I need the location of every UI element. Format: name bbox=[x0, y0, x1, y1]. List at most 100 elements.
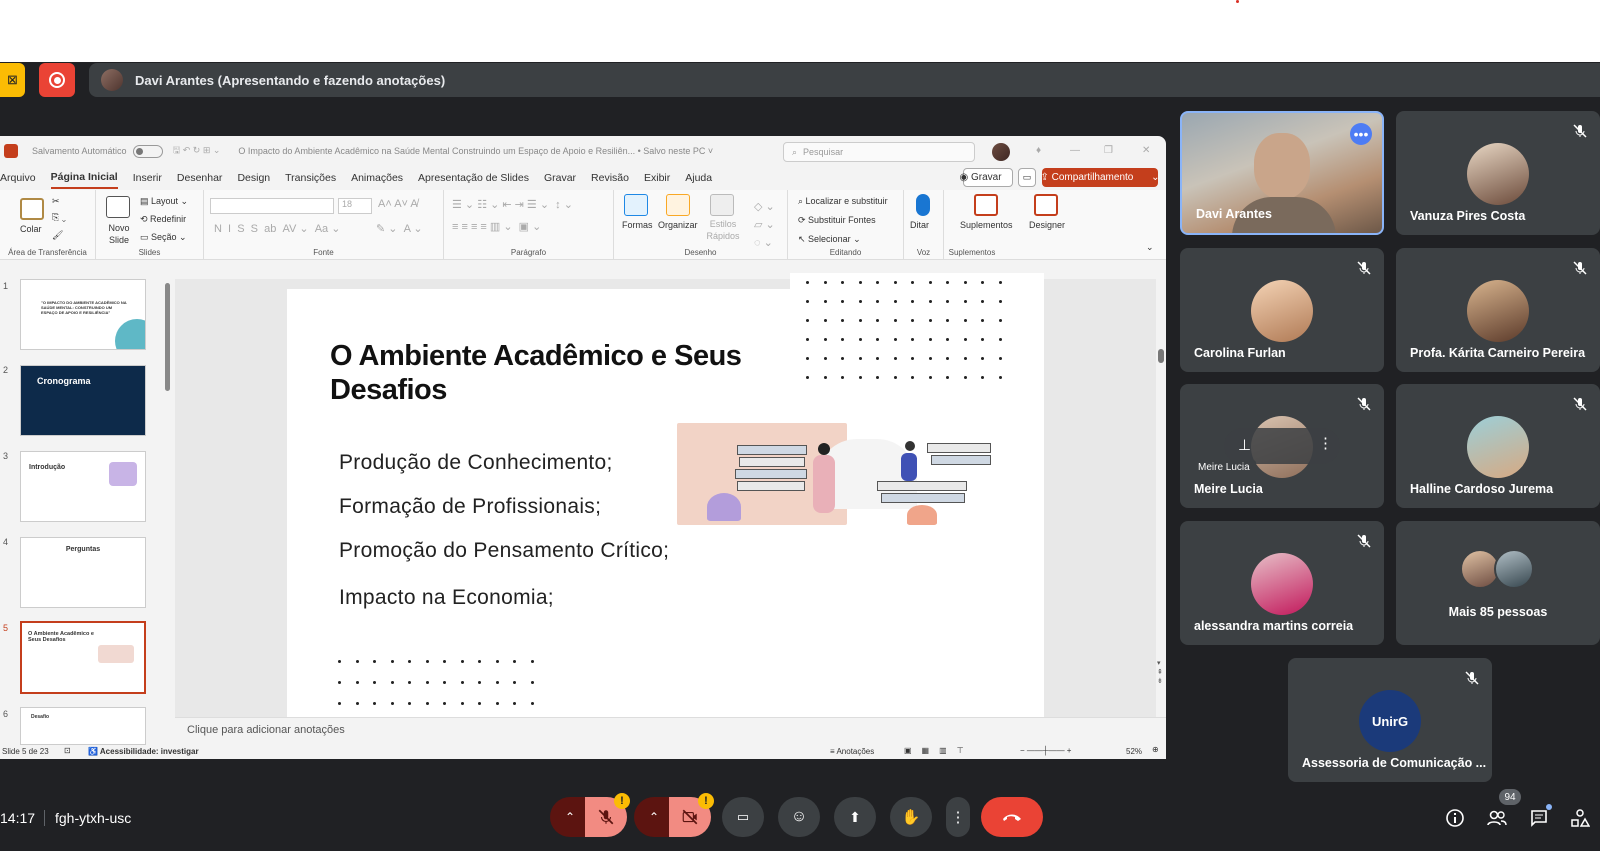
addins-label[interactable]: Suplementos bbox=[960, 220, 1013, 230]
maximize-icon[interactable]: ❐ bbox=[1104, 145, 1113, 156]
slide-bullet-4[interactable]: Impacto na Economia; bbox=[339, 586, 554, 610]
tab-design[interactable]: Design bbox=[237, 168, 270, 188]
meeting-info-icon[interactable] bbox=[1445, 808, 1467, 830]
scroll-arrows-icon[interactable]: ▾ ⇞ ⇟ bbox=[1157, 659, 1163, 686]
slide-thumbnail-6[interactable]: Desafio bbox=[20, 707, 146, 745]
new-slide-icon[interactable] bbox=[106, 196, 130, 218]
tab-apresentacao[interactable]: Apresentação de Slides bbox=[418, 168, 529, 188]
more-options-icon[interactable]: ⋮ bbox=[1318, 434, 1333, 452]
save-icon[interactable]: 🖫 ↶ ↻ ⊞ ⌄ bbox=[173, 143, 221, 159]
slide-vertical-scrollbar[interactable]: ▾ ⇞ ⇟ bbox=[1156, 279, 1166, 717]
present-screen-button[interactable]: ⬆ bbox=[834, 797, 876, 837]
tab-gravar[interactable]: Gravar bbox=[544, 168, 576, 188]
layout-button[interactable]: ▤ Layout ⌄ bbox=[140, 196, 188, 207]
slide-bullet-1[interactable]: Produção de Conhecimento; bbox=[339, 451, 613, 475]
participant-tile-assessoria[interactable]: UnirG Assessoria de Comunicação ... bbox=[1288, 658, 1492, 782]
autosave-toggle[interactable] bbox=[132, 144, 163, 158]
participant-tile-karita[interactable]: Profa. Kárita Carneiro Pereira bbox=[1396, 248, 1600, 372]
scrollbar-thumb[interactable] bbox=[1158, 349, 1164, 363]
raise-hand-button[interactable]: ✋ bbox=[890, 797, 932, 837]
replace-fonts-button[interactable]: ⟳ Substituir Fontes bbox=[798, 215, 876, 226]
activities-icon[interactable] bbox=[1570, 808, 1592, 830]
more-options-icon[interactable]: ••• bbox=[1350, 123, 1372, 145]
captions-button[interactable]: ▭ bbox=[722, 797, 764, 837]
copy-icon[interactable]: ⎘ ⌄ bbox=[52, 212, 66, 223]
new-slide-label[interactable]: Novo Slide bbox=[104, 222, 134, 246]
font-family-select[interactable] bbox=[210, 198, 334, 214]
format-painter-icon[interactable]: 🖌 bbox=[52, 230, 63, 241]
accessibility-status[interactable]: ♿ Acessibilidade: investigar bbox=[88, 747, 199, 756]
comments-icon[interactable]: ▭ bbox=[1018, 168, 1036, 187]
tab-animacoes[interactable]: Animações bbox=[351, 168, 403, 188]
participant-tile-alessandra[interactable]: alessandra martins correia bbox=[1180, 521, 1384, 645]
ppt-search-box[interactable]: ⌕ Pesquisar bbox=[783, 142, 975, 162]
people-icon[interactable] bbox=[1486, 808, 1508, 830]
shapes-icon[interactable] bbox=[624, 194, 648, 216]
font-color-icon[interactable]: ✎ ⌄ A ⌄ bbox=[376, 222, 423, 235]
collapse-ribbon-icon[interactable]: ⌄ bbox=[1146, 242, 1154, 253]
slide-title[interactable]: O Ambiente Acadêmico e Seus Desafios bbox=[330, 339, 770, 407]
font-size-buttons-icon[interactable]: A˄ A˅ A̸ bbox=[378, 198, 418, 210]
slide-bullet-3[interactable]: Promoção do Pensamento Crítico; bbox=[339, 539, 669, 563]
close-icon[interactable]: ✕ bbox=[1142, 145, 1150, 156]
premium-icon[interactable]: ♦ bbox=[1036, 145, 1041, 156]
dictate-label[interactable]: Ditar bbox=[910, 220, 929, 230]
quick-styles-label[interactable]: Estilos Rápidos bbox=[706, 218, 740, 242]
slide-thumbnail-3[interactable]: Introdução bbox=[20, 451, 146, 522]
spellcheck-icon[interactable]: ⊡ bbox=[64, 746, 71, 755]
participant-tile-carolina[interactable]: Carolina Furlan bbox=[1180, 248, 1384, 372]
participant-tile-halline[interactable]: Halline Cardoso Jurema bbox=[1396, 384, 1600, 508]
find-replace-button[interactable]: ⌕ Localizar e substituir bbox=[798, 196, 888, 207]
fit-slide-icon[interactable]: ⊕ bbox=[1152, 745, 1159, 754]
tab-desenhar[interactable]: Desenhar bbox=[177, 168, 223, 188]
recording-button[interactable] bbox=[39, 63, 75, 97]
shapes-label[interactable]: Formas bbox=[622, 220, 653, 230]
stop-presenting-icon[interactable]: ⊠ bbox=[0, 63, 25, 97]
leave-call-button[interactable] bbox=[981, 797, 1043, 837]
pin-icon[interactable]: ⊥ bbox=[1238, 436, 1251, 454]
current-slide[interactable]: O Ambiente Acadêmico e Seus Desafios Pro… bbox=[287, 273, 1044, 717]
minimize-icon[interactable]: — bbox=[1070, 145, 1080, 156]
slide-thumbnail-1[interactable]: "O IMPACTO DO AMBIENTE ACADÊMICO NA SAÚD… bbox=[20, 279, 146, 350]
meeting-code[interactable]: fgh-ytxh-usc bbox=[55, 810, 131, 826]
slide-thumbnail-5-selected[interactable]: O Ambiente Acadêmico e Seus Desafios bbox=[20, 621, 146, 694]
font-style-buttons-icon[interactable]: N I S S ab AV ⌄ Aa ⌄ bbox=[214, 222, 340, 235]
reactions-button[interactable]: ☺ bbox=[778, 797, 820, 837]
video-options-button[interactable]: ⌃ bbox=[634, 797, 674, 837]
list-buttons-icon[interactable]: ☰ ⌄ ☷ ⌄ ⇤ ⇥ ☰ ⌄ ↕ ⌄ bbox=[452, 198, 573, 211]
tab-pagina-inicial[interactable]: Página Inicial bbox=[50, 167, 118, 189]
view-buttons-icon[interactable]: ▣▦▥⊤ bbox=[904, 746, 974, 755]
microphone-icon[interactable] bbox=[916, 194, 930, 216]
ppt-user-avatar[interactable] bbox=[992, 143, 1010, 161]
more-options-button[interactable]: ⋮ bbox=[946, 797, 970, 837]
chat-icon[interactable] bbox=[1529, 808, 1551, 830]
shape-format-icons[interactable]: ◇ ⌄ ▱ ⌄ ◌ ⌄ bbox=[754, 198, 775, 252]
thumbnail-scrollbar[interactable] bbox=[165, 283, 170, 391]
zoom-slider[interactable]: − ——┼—— + bbox=[1020, 746, 1071, 755]
cut-icon[interactable]: ✂ bbox=[52, 196, 60, 207]
tab-revisao[interactable]: Revisão bbox=[591, 168, 629, 188]
participant-tile-davi[interactable]: ••• Davi Arantes bbox=[1180, 111, 1384, 235]
font-size-select[interactable]: 18 bbox=[338, 198, 372, 214]
section-button[interactable]: ▭ Seção ⌄ bbox=[140, 232, 187, 243]
participant-tile-more-people[interactable]: Mais 85 pessoas bbox=[1396, 521, 1600, 645]
tab-arquivo[interactable]: Arquivo bbox=[0, 168, 36, 188]
notes-toggle[interactable]: ≡ Anotações bbox=[830, 747, 874, 756]
record-button[interactable]: ◉ Gravar bbox=[959, 168, 1013, 187]
slide-thumbnail-4[interactable]: Perguntas bbox=[20, 537, 146, 608]
notes-pane[interactable]: Clique para adicionar anotações bbox=[175, 717, 1166, 745]
participant-tile-vanuza[interactable]: Vanuza Pires Costa bbox=[1396, 111, 1600, 235]
designer-label[interactable]: Designer bbox=[1029, 220, 1065, 230]
addins-icon[interactable] bbox=[974, 194, 998, 216]
tab-inserir[interactable]: Inserir bbox=[133, 168, 162, 188]
audio-options-button[interactable]: ⌃ bbox=[550, 797, 590, 837]
slide-thumbnail-2[interactable]: Cronograma bbox=[20, 365, 146, 436]
arrange-label[interactable]: Organizar bbox=[658, 220, 698, 230]
tab-exibir[interactable]: Exibir bbox=[644, 168, 670, 188]
align-buttons-icon[interactable]: ≡ ≡ ≡ ≡ ▥ ⌄ ▣ ⌄ bbox=[452, 220, 541, 233]
designer-icon[interactable] bbox=[1034, 194, 1058, 216]
participant-tile-meire[interactable]: ⊥ ⋮ Meire Lucia Meire Lucia bbox=[1180, 384, 1384, 508]
tab-ajuda[interactable]: Ajuda bbox=[685, 168, 712, 188]
quick-styles-icon[interactable] bbox=[710, 194, 734, 216]
tab-transicoes[interactable]: Transições bbox=[285, 168, 336, 188]
